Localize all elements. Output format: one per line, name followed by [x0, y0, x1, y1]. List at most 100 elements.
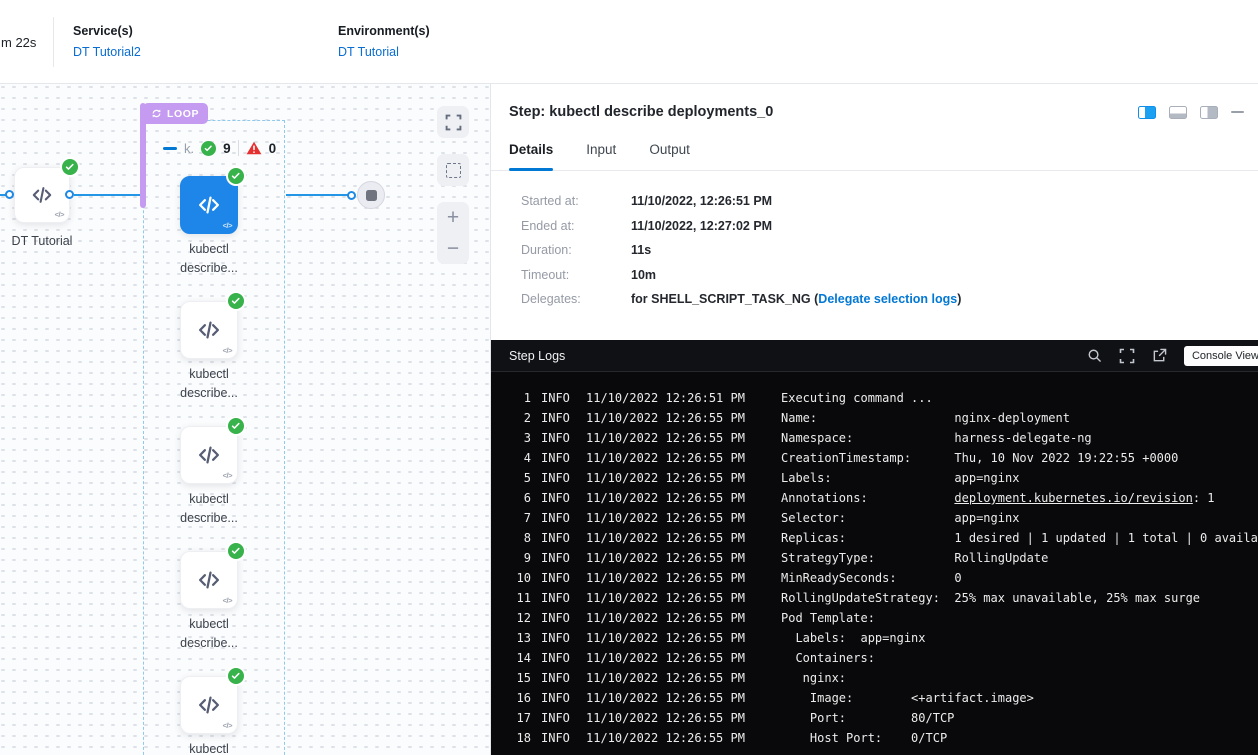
- log-message: Labels: app=nginx: [781, 468, 1258, 488]
- log-level: INFO: [541, 548, 586, 568]
- log-timestamp: 11/10/2022 12:26:55 PM: [586, 668, 781, 688]
- loop-icon: [150, 108, 163, 119]
- step-node[interactable]: </>: [180, 301, 238, 359]
- log-message: Replicas: 1 desired | 1 updated | 1 tota…: [781, 528, 1258, 548]
- zoom-out-button[interactable]: −: [437, 233, 469, 264]
- log-row: 2 INFO 11/10/2022 12:26:55 PM Name: ngin…: [491, 408, 1258, 428]
- log-line-number[interactable]: 12: [509, 608, 531, 628]
- step-type-code-icon: </>: [55, 210, 64, 219]
- open-logs-new-tab-button[interactable]: [1152, 348, 1167, 363]
- log-line-number[interactable]: 4: [509, 448, 531, 468]
- loop-badge-label: LOOP: [167, 108, 199, 120]
- log-line-number[interactable]: 17: [509, 708, 531, 728]
- code-icon: [196, 192, 222, 218]
- log-message: Labels: app=nginx: [781, 628, 1258, 648]
- log-line-number[interactable]: 13: [509, 628, 531, 648]
- log-line-number[interactable]: 2: [509, 408, 531, 428]
- step-details-panel: Step: kubectl describe deployments_0 Det…: [490, 84, 1258, 755]
- code-icon: [196, 442, 222, 468]
- step-node[interactable]: </>: [180, 676, 238, 734]
- pipeline-end-node[interactable]: [357, 181, 385, 209]
- delegate-selection-logs-link[interactable]: Delegate selection logs: [818, 292, 957, 306]
- log-link[interactable]: deployment.kubernetes.io/revision: [954, 491, 1192, 505]
- service-link[interactable]: DT Tutorial2: [73, 45, 141, 59]
- divider: [238, 140, 239, 156]
- pipeline-graph-canvas[interactable]: </> DT Tutorial LOOP k. 9 0: [0, 84, 490, 755]
- minimize-panel-icon[interactable]: [1231, 111, 1244, 113]
- log-row: 7 INFO 11/10/2022 12:26:55 PM Selector: …: [491, 508, 1258, 528]
- stop-icon: [366, 190, 377, 201]
- log-row: 18 INFO 11/10/2022 12:26:55 PM Host Port…: [491, 728, 1258, 748]
- console-title: Step Logs: [509, 349, 565, 363]
- log-message: nginx:: [781, 668, 1258, 688]
- log-line-number[interactable]: 6: [509, 488, 531, 508]
- zoom-controls: + −: [437, 202, 469, 264]
- tab-input[interactable]: Input: [586, 142, 616, 170]
- log-line-number[interactable]: 1: [509, 388, 531, 408]
- detail-value: 11/10/2022, 12:27:02 PM: [631, 219, 772, 233]
- log-timestamp: 11/10/2022 12:26:55 PM: [586, 608, 781, 628]
- log-level: INFO: [541, 388, 586, 408]
- environment-link[interactable]: DT Tutorial: [338, 45, 430, 59]
- tab-details[interactable]: Details: [509, 142, 553, 170]
- log-line-number[interactable]: 5: [509, 468, 531, 488]
- marquee-select-button[interactable]: [437, 154, 469, 186]
- log-timestamp: 11/10/2022 12:26:55 PM: [586, 408, 781, 428]
- detail-value: 10m: [631, 268, 656, 282]
- log-row: 5 INFO 11/10/2022 12:26:55 PM Labels: ap…: [491, 468, 1258, 488]
- log-line-number[interactable]: 7: [509, 508, 531, 528]
- layout-right-panel-icon[interactable]: [1200, 106, 1218, 119]
- edge-connector-dot: [347, 191, 356, 200]
- step-type-code-icon: </>: [223, 346, 232, 355]
- console-actions: Console View: [1087, 346, 1258, 366]
- zoom-in-button[interactable]: +: [437, 202, 469, 233]
- step-node[interactable]: </>: [180, 176, 238, 234]
- loop-badge: LOOP: [143, 103, 208, 124]
- log-line-number[interactable]: 16: [509, 688, 531, 708]
- step-type-code-icon: </>: [223, 221, 232, 230]
- step-logs-console: Step Logs Con: [491, 340, 1258, 755]
- log-message: Selector: app=nginx: [781, 508, 1258, 528]
- step-label: kubectl describe...: [159, 240, 259, 278]
- tab-output[interactable]: Output: [649, 142, 690, 170]
- log-message: Name: nginx-deployment: [781, 408, 1258, 428]
- log-row: 12 INFO 11/10/2022 12:26:55 PM Pod Templ…: [491, 608, 1258, 628]
- layout-bottom-panel-icon[interactable]: [1169, 106, 1187, 119]
- log-message: MinReadySeconds: 0: [781, 568, 1258, 588]
- log-timestamp: 11/10/2022 12:26:55 PM: [586, 468, 781, 488]
- log-line-number[interactable]: 14: [509, 648, 531, 668]
- success-count: 9: [223, 141, 231, 156]
- stage-node-dt-tutorial[interactable]: </>: [14, 167, 70, 223]
- log-line-number[interactable]: 8: [509, 528, 531, 548]
- detail-label: Timeout:: [521, 268, 631, 282]
- log-message: Executing command ...: [781, 388, 1258, 408]
- success-check-icon: [228, 293, 244, 309]
- log-message: Namespace: harness-delegate-ng: [781, 428, 1258, 448]
- matrix-label: k.: [184, 141, 194, 156]
- log-line-number[interactable]: 9: [509, 548, 531, 568]
- log-row: 9 INFO 11/10/2022 12:26:55 PM StrategyTy…: [491, 548, 1258, 568]
- log-message: Pod Template:: [781, 608, 1258, 628]
- log-line-number[interactable]: 18: [509, 728, 531, 748]
- detail-row: Duration:11s: [521, 243, 1258, 257]
- log-timestamp: 11/10/2022 12:26:55 PM: [586, 588, 781, 608]
- detail-value: 11/10/2022, 12:26:51 PM: [631, 194, 772, 208]
- console-view-button[interactable]: Console View: [1184, 346, 1258, 366]
- collapse-button[interactable]: [163, 147, 177, 150]
- log-line-number[interactable]: 11: [509, 588, 531, 608]
- step-node[interactable]: </>: [180, 551, 238, 609]
- detail-value: for SHELL_SCRIPT_TASK_NG (Delegate selec…: [631, 292, 961, 306]
- expand-logs-button[interactable]: [1119, 348, 1135, 364]
- log-line-number[interactable]: 10: [509, 568, 531, 588]
- fullscreen-canvas-button[interactable]: [437, 106, 469, 138]
- log-row: 6 INFO 11/10/2022 12:26:55 PM Annotation…: [491, 488, 1258, 508]
- step-node[interactable]: </>: [180, 426, 238, 484]
- layout-split-right-icon[interactable]: [1138, 106, 1156, 119]
- search-logs-button[interactable]: [1087, 348, 1102, 363]
- code-icon: [196, 317, 222, 343]
- edge-connector-dot: [5, 190, 14, 199]
- log-timestamp: 11/10/2022 12:26:55 PM: [586, 708, 781, 728]
- log-message: Port: 80/TCP: [781, 708, 1258, 728]
- log-line-number[interactable]: 3: [509, 428, 531, 448]
- log-line-number[interactable]: 15: [509, 668, 531, 688]
